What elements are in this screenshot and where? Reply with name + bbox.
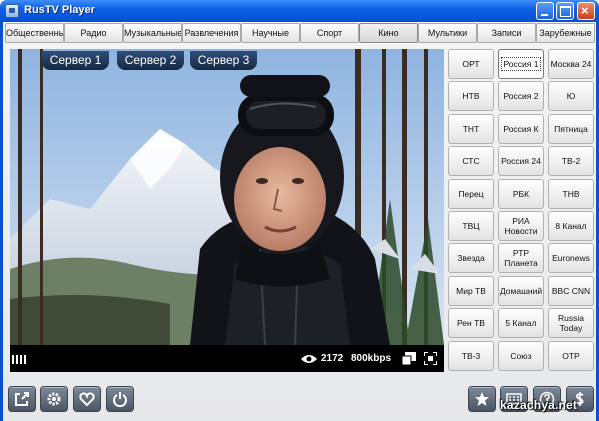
- channel-button[interactable]: Домашний: [498, 276, 544, 306]
- volume-bars-icon[interactable]: [12, 355, 28, 364]
- viewer-count: 2172: [321, 353, 344, 364]
- channel-button[interactable]: 5 Канал: [498, 308, 544, 338]
- channel-button[interactable]: НТВ: [448, 81, 494, 111]
- channel-button[interactable]: ТВЦ: [448, 211, 494, 241]
- channel-button[interactable]: ТВ-3: [448, 341, 494, 371]
- channel-button[interactable]: РИА Новости: [498, 211, 544, 241]
- heart-icon: [79, 392, 95, 407]
- eye-icon: [301, 355, 317, 363]
- maximize-button[interactable]: [556, 2, 574, 20]
- channel-button[interactable]: BBC CNN: [548, 276, 594, 306]
- channel-button[interactable]: Russia Today: [548, 308, 594, 338]
- channel-button[interactable]: Ю: [548, 81, 594, 111]
- channel-button[interactable]: Мир ТВ: [448, 276, 494, 306]
- channel-button[interactable]: ТНВ: [548, 179, 594, 209]
- client-area: Общественные Радио Музыкальные Развлечен…: [3, 22, 596, 421]
- channel-grid: ОРТ Россия 1 Москва 24 НТВ Россия 2 Ю ТН…: [448, 49, 594, 373]
- video-frame: [10, 49, 444, 345]
- channel-button[interactable]: Москва 24: [548, 49, 594, 79]
- channel-button[interactable]: Рен ТВ: [448, 308, 494, 338]
- category-tab[interactable]: Научные: [241, 23, 300, 43]
- bitrate-label: 800kbps: [351, 353, 392, 364]
- category-tab[interactable]: Развлечения: [182, 23, 241, 43]
- category-tab[interactable]: Музыкальные: [123, 23, 182, 43]
- channel-button[interactable]: РТР Планета: [498, 243, 544, 273]
- channel-button[interactable]: Россия 2: [498, 81, 544, 111]
- star-button[interactable]: [468, 386, 496, 412]
- settings-button[interactable]: [40, 386, 68, 412]
- channel-button[interactable]: ТВ-2: [548, 146, 594, 176]
- category-tab[interactable]: Записи: [477, 23, 536, 43]
- category-tab[interactable]: Радио: [64, 23, 123, 43]
- app-tv-icon: [5, 4, 19, 18]
- channel-button[interactable]: Россия 24: [498, 146, 544, 176]
- channel-button[interactable]: Звезда: [448, 243, 494, 273]
- window-title: RusTV Player: [24, 4, 95, 16]
- channel-button[interactable]: Россия К: [498, 114, 544, 144]
- favorites-button[interactable]: [73, 386, 101, 412]
- server-3-button[interactable]: Сервер 3: [190, 51, 257, 70]
- player-control-bar: 2172 800kbps: [10, 346, 444, 372]
- gear-icon: [47, 392, 61, 406]
- category-tab[interactable]: Спорт: [300, 23, 359, 43]
- channel-button[interactable]: ОТР: [548, 341, 594, 371]
- channel-button[interactable]: Союз: [498, 341, 544, 371]
- channel-button[interactable]: ТНТ: [448, 114, 494, 144]
- picture-in-picture-icon[interactable]: [402, 352, 416, 365]
- channel-button[interactable]: Перец: [448, 179, 494, 209]
- category-tab[interactable]: Зарубежные: [536, 23, 595, 43]
- power-button[interactable]: [106, 386, 134, 412]
- close-icon: ×: [581, 3, 589, 18]
- channel-button[interactable]: Пятница: [548, 114, 594, 144]
- star-icon: [475, 392, 489, 406]
- server-2-button[interactable]: Сервер 2: [117, 51, 184, 70]
- minimize-button[interactable]: [536, 2, 554, 20]
- channel-button[interactable]: РБК: [498, 179, 544, 209]
- channel-button[interactable]: ОРТ: [448, 49, 494, 79]
- app-window: RusTV Player × Общественные Радио Музыка…: [0, 0, 599, 421]
- category-tabs: Общественные Радио Музыкальные Развлечен…: [5, 23, 596, 43]
- category-tab[interactable]: Мультики: [418, 23, 477, 43]
- channel-button[interactable]: СТС: [448, 146, 494, 176]
- category-tab[interactable]: Общественные: [5, 23, 64, 43]
- fullscreen-icon[interactable]: [424, 352, 437, 365]
- close-button[interactable]: ×: [577, 2, 595, 20]
- power-icon: [113, 392, 127, 407]
- category-tab[interactable]: Кино: [359, 23, 418, 43]
- server-1-button[interactable]: Сервер 1: [42, 51, 109, 70]
- video-player[interactable]: Сервер 1 Сервер 2 Сервер 3 2172 800kbps: [10, 49, 444, 372]
- title-bar[interactable]: RusTV Player ×: [0, 0, 599, 22]
- watermark-text: kazachya.net: [500, 398, 578, 412]
- external-link-icon: [15, 392, 29, 406]
- external-link-button[interactable]: [8, 386, 36, 412]
- channel-button[interactable]: 8 Канал: [548, 211, 594, 241]
- channel-button[interactable]: Euronews: [548, 243, 594, 273]
- channel-button-selected[interactable]: Россия 1: [498, 49, 544, 79]
